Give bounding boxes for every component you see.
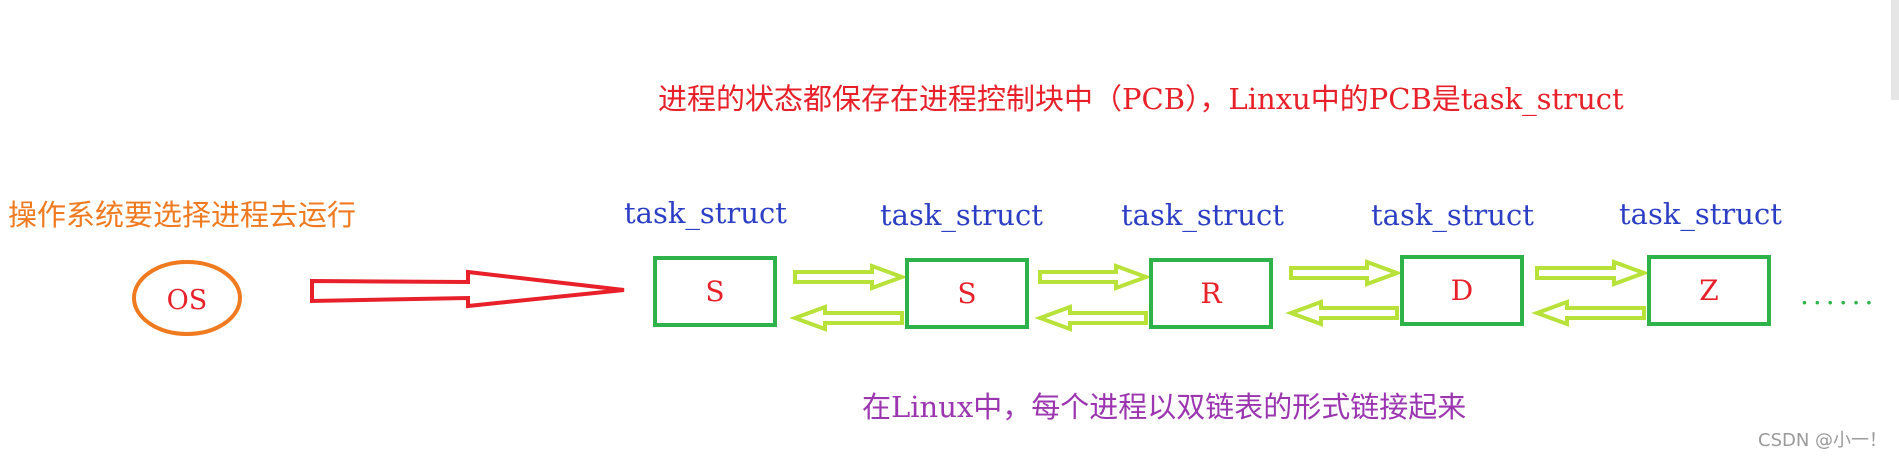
watermark: CSDN @小一！ xyxy=(1758,430,1888,451)
next-link-arrow xyxy=(1289,259,1403,287)
process-node: R xyxy=(1149,258,1273,329)
process-node: S xyxy=(905,258,1029,329)
next-link-arrow xyxy=(1038,263,1152,291)
task-struct-label: task_struct xyxy=(880,198,1043,232)
process-state: Z xyxy=(1699,274,1719,307)
process-state: D xyxy=(1450,274,1474,307)
prev-link-arrow xyxy=(1531,299,1646,327)
task-struct-label: task_struct xyxy=(1121,198,1284,232)
task-struct-label: task_struct xyxy=(624,196,787,230)
os-label: OS xyxy=(167,285,208,316)
prev-link-arrow xyxy=(789,304,904,332)
process-node: Z xyxy=(1647,255,1771,326)
prev-link-arrow xyxy=(1285,299,1399,327)
process-node: D xyxy=(1400,255,1524,326)
process-node: S xyxy=(653,256,777,327)
next-link-arrow xyxy=(793,263,908,291)
prev-link-arrow xyxy=(1034,304,1148,332)
process-state: S xyxy=(957,277,977,310)
task-struct-label: task_struct xyxy=(1619,197,1782,231)
next-link-arrow xyxy=(1535,259,1650,287)
process-state: R xyxy=(1200,277,1222,310)
pcb-note: 进程的状态都保存在进程控制块中（PCB），Linxu中的PCB是task_str… xyxy=(658,82,1624,116)
doubly-linked-note: 在Linux中，每个进程以双链表的形式链接起来 xyxy=(862,390,1467,424)
os-note: 操作系统要选择进程去运行 xyxy=(8,198,357,232)
ellipsis: ...... xyxy=(1800,278,1878,311)
task-struct-label: task_struct xyxy=(1371,198,1534,232)
process-state: S xyxy=(705,275,725,308)
os-to-list-arrow xyxy=(310,269,625,309)
